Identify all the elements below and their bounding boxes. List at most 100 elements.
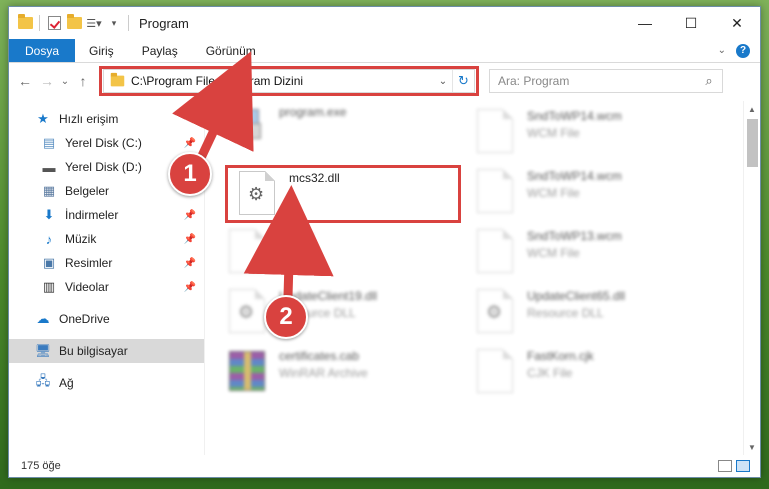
forward-button[interactable]: → [37,69,57,93]
file-icon [477,109,513,153]
sidebar-item-pictures[interactable]: ▣ Resimler 📌 [9,251,204,275]
sidebar-item-onedrive[interactable]: ☁ OneDrive [9,307,204,331]
folder-icon [110,72,125,87]
pin-icon[interactable]: 📌 [184,210,196,221]
tab-file[interactable]: Dosya [9,39,76,62]
search-icon[interactable]: ⌕ [696,73,722,89]
sidebar-item-downloads[interactable]: ⬇ İndirmeler 📌 [9,203,204,227]
explorer-window: ☰▾ ▾ Program — ☐ ✕ Dosya Giriş Paylaş Gö… [8,6,761,478]
address-bar[interactable]: C:\Program Files\Program Dizini ⌄ ↻ [99,66,479,96]
sidebar-item-label: Yerel Disk (D:) [65,160,142,174]
help-icon[interactable]: ? [736,43,750,58]
qat-dropdown-icon[interactable]: ▾ [106,15,122,31]
music-icon: ♪ [45,231,53,247]
search-input[interactable]: Ara: Program [498,74,569,88]
back-button[interactable]: ← [15,69,35,93]
dll-icon: ⚙ [477,289,513,333]
file-item[interactable]: SndToWP13.wcm WCM File [467,227,697,279]
star-icon: ★ [37,111,49,126]
file-item[interactable]: certificates.cab WinRAR Archive [219,347,449,399]
up-button[interactable]: ↑ [73,69,93,93]
scroll-thumb[interactable] [747,119,758,167]
window-controls: — ☐ ✕ [622,7,760,39]
sidebar-item-label: Bu bilgisayar [59,344,128,358]
separator [128,15,129,31]
refresh-button[interactable]: ↻ [452,70,474,92]
step-badge-1: 1 [168,152,212,196]
dll-icon: ⚙ [229,289,265,333]
file-type: WCM File [527,246,580,260]
vertical-scrollbar[interactable]: ▲ ▼ [743,101,760,455]
sidebar-item-music[interactable]: ♪ Müzik 📌 [9,227,204,251]
drive-icon: ▤ [42,135,56,150]
dll-icon: ⚙ [239,171,275,215]
pin-icon[interactable]: 📌 [184,234,196,245]
sidebar-item-label: Hızlı erişim [59,112,119,126]
file-icon [477,169,513,213]
file-item[interactable]: ⚙ UpdateClient65.dll Resource DLL [467,287,697,339]
status-bar: 175 öğe [9,455,760,477]
tab-home[interactable]: Giriş [75,39,128,62]
scroll-down-icon[interactable]: ▼ [744,439,760,455]
cloud-icon: ☁ [36,311,50,326]
videos-icon: ▥ [42,279,56,294]
sidebar-item-label: Resimler [65,256,113,270]
file-name: UpdateClient65.dll [527,289,626,303]
file-item[interactable]: ...d.cjk [219,227,449,279]
navigation-bar: ← → ⌄ ↑ C:\Program Files\Program Dizini … [9,63,760,99]
sidebar-item-label: Videolar [65,280,109,294]
search-box[interactable]: Ara: Program ⌕ [489,69,723,93]
file-name: certificates.cab [279,349,360,363]
file-name: mcs32.dll [289,171,340,185]
details-view-icon[interactable] [718,460,732,472]
close-button[interactable]: ✕ [714,7,760,39]
file-name: ...d.cjk [279,229,314,243]
sidebar-item-network[interactable]: 🖧 Ağ [9,371,204,395]
drive-icon: ▬ [42,159,56,175]
recent-locations-button[interactable]: ⌄ [59,69,71,93]
title-bar: ☰▾ ▾ Program — ☐ ✕ [9,7,760,39]
file-icon [477,349,513,393]
file-name: SndToWP14.wcm [527,169,622,183]
minimize-button[interactable]: — [622,7,668,39]
file-name: program.exe [279,105,347,119]
scroll-up-icon[interactable]: ▲ [744,101,760,117]
documents-icon: ▦ [42,183,56,198]
address-path[interactable]: C:\Program Files\Program Dizini [131,74,434,88]
file-icon [229,229,265,273]
file-item[interactable]: SndToWP14.wcm WCM File [467,107,697,159]
pin-icon[interactable]: 📌 [184,138,196,149]
sidebar-item-quick-access[interactable]: ★ Hızlı erişim [9,107,204,131]
sidebar-item-disk-c[interactable]: ▤ Yerel Disk (C:) 📌 [9,131,204,155]
maximize-button[interactable]: ☐ [668,7,714,39]
sidebar-item-videos[interactable]: ▥ Videolar 📌 [9,275,204,299]
file-item[interactable]: SndToWP14.wcm WCM File [467,167,697,219]
tab-view[interactable]: Görünüm [192,39,270,62]
rar-icon [229,351,265,391]
file-item[interactable]: FastKorn.cjk CJK File [467,347,697,399]
tab-share[interactable]: Paylaş [128,39,192,62]
pin-icon[interactable]: 📌 [184,258,196,269]
sidebar-item-label: OneDrive [59,312,110,326]
customize-icon[interactable]: ☰▾ [86,15,102,31]
file-icon [477,229,513,273]
file-item[interactable]: ⚙ UpdateClient19.dll Resource DLL [219,287,449,339]
item-count: 175 öğe [21,460,61,472]
main-content: ★ Hızlı erişim ▤ Yerel Disk (C:) 📌 ▬ Yer… [9,101,760,455]
sidebar-item-label: Ağ [59,376,74,390]
chevron-down-icon[interactable]: ⌄ [434,76,452,87]
file-name: SndToWP13.wcm [527,229,622,243]
pin-icon[interactable]: 📌 [184,282,196,293]
file-item-selected[interactable]: ⚙ mcs32.dll [229,169,459,221]
expand-ribbon-icon[interactable]: ⌄ [718,45,726,56]
network-icon: 🖧 [35,373,51,388]
properties-icon[interactable] [46,15,62,31]
view-toggle [718,460,760,472]
file-item[interactable]: program.exe [219,103,449,155]
large-icons-view-icon[interactable] [736,460,750,472]
sidebar-item-this-pc[interactable]: 🖥 Bu bilgisayar [9,339,204,363]
file-list: program.exe ⚙ mcs32.dll ...d.cjk ⚙ Updat… [205,101,760,455]
new-folder-icon[interactable] [66,14,82,31]
